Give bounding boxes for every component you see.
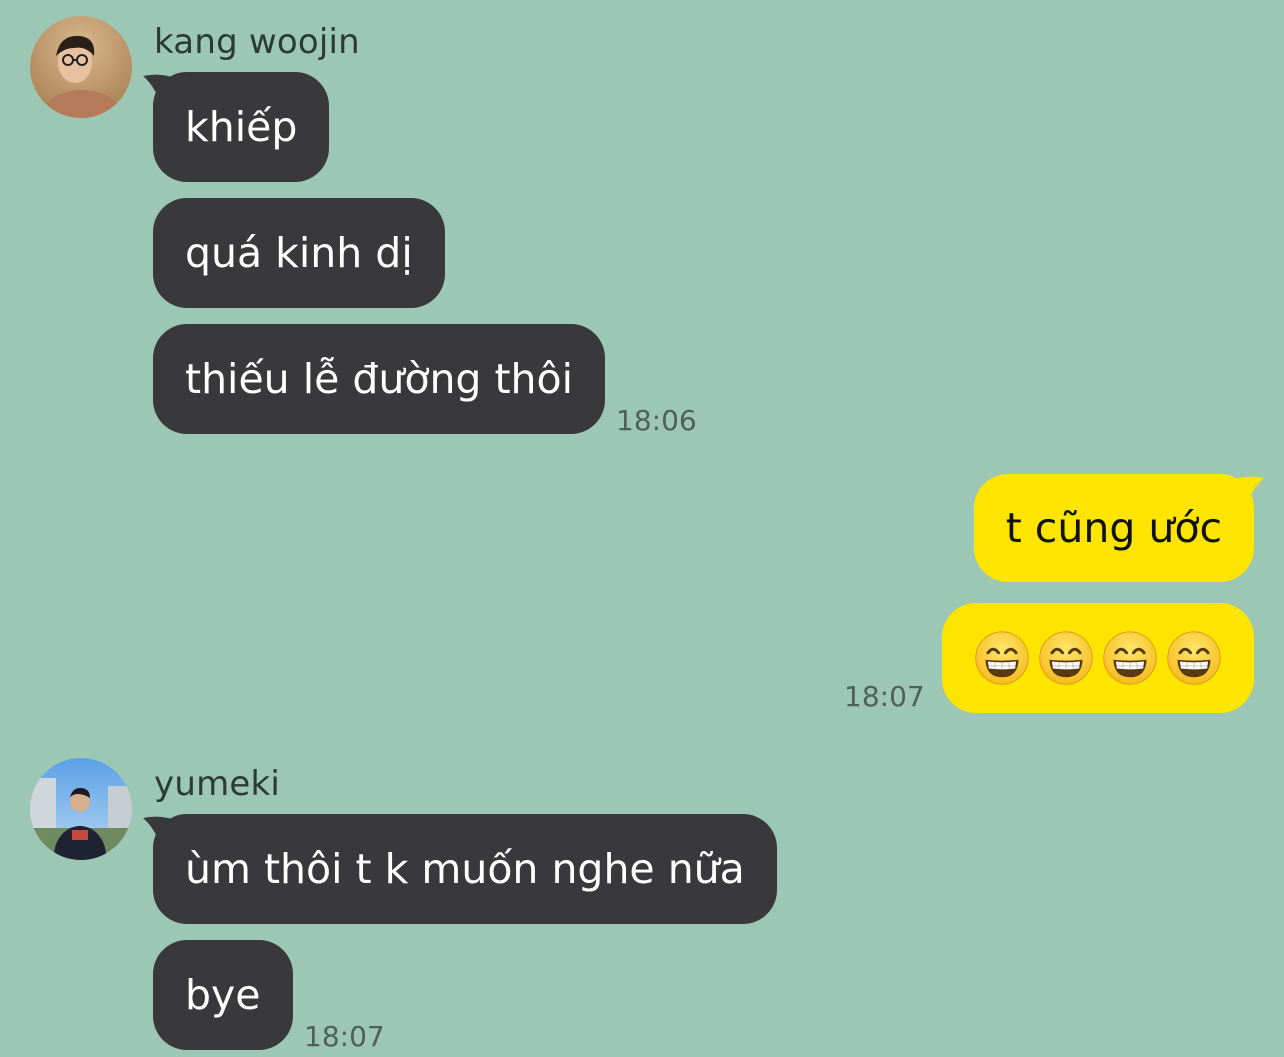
sender-name: yumeki [154, 764, 281, 804]
grinning-face-with-smiling-eyes-icon [1167, 631, 1221, 685]
message-timestamp: 18:07 [304, 1020, 385, 1053]
message-text: ùm thôi t k muốn nghe nữa [185, 845, 745, 893]
message-text: bye [185, 971, 261, 1019]
bubble-tail-icon [143, 816, 187, 854]
message-text: thiếu lễ đường thôi [185, 355, 574, 403]
message-bubble-outgoing-emoji[interactable]: 😁😁😁😁 [942, 603, 1254, 713]
emoji-row [974, 630, 1222, 686]
avatar-photo [30, 16, 132, 118]
message-bubble[interactable]: quá kinh dị [153, 198, 445, 308]
message-bubble[interactable]: thiếu lễ đường thôi [153, 324, 606, 434]
message-text: khiếp [185, 103, 298, 151]
bubble-tail-icon [143, 74, 187, 112]
message-bubble-outgoing[interactable]: t cũng ước [973, 474, 1264, 582]
message-bubble[interactable]: bye [153, 940, 293, 1050]
grinning-face-with-smiling-eyes-icon [975, 631, 1029, 685]
grinning-face-with-smiling-eyes-icon [1039, 631, 1093, 685]
message-bubble[interactable]: ùm thôi t k muốn nghe nữa [143, 814, 777, 924]
message-timestamp: 18:07 [844, 680, 925, 713]
grinning-face-with-smiling-eyes-icon [1103, 631, 1157, 685]
avatar-yumeki[interactable] [30, 758, 132, 860]
message-text: t cũng ước [1005, 504, 1222, 552]
avatar-photo [30, 758, 132, 860]
message-bubble[interactable]: khiếp [143, 72, 330, 182]
avatar-kang-woojin[interactable] [30, 16, 132, 118]
message-text: quá kinh dị [185, 229, 413, 277]
bubble-tail-icon [1220, 476, 1264, 514]
message-timestamp: 18:06 [616, 404, 697, 437]
sender-name: kang woojin [154, 22, 360, 62]
